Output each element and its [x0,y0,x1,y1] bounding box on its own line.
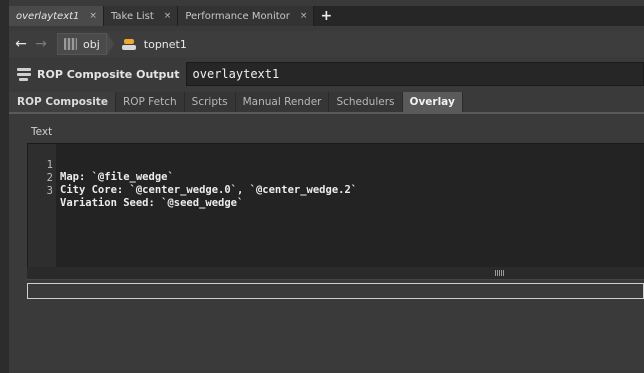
code-text: Variation Seed: `@seed_wedge` [60,197,244,209]
topnet-icon [121,38,138,50]
text-editor[interactable]: 1 Map: `@file_wedge` 2 City Core: `@cent… [27,143,644,269]
node-name-field[interactable]: overlaytext1 [185,62,644,86]
breadcrumb-topnet1[interactable]: topnet1 [116,34,195,54]
code-line: 1 Map: `@file_wedge` [28,147,174,183]
tab-manual-render[interactable]: Manual Render [235,92,330,112]
node-type-label: ROP Composite Output [37,67,180,81]
tab-label: overlaytext1 [16,10,80,22]
tab-overlaytext1[interactable]: overlaytext1 × [9,6,104,26]
subnet-icon [64,38,77,50]
tab-rop-composite[interactable]: ROP Composite [9,92,116,112]
breadcrumb-label: obj [83,37,100,51]
tab-schedulers[interactable]: Schedulers [329,92,403,112]
node-header: ROP Composite Output overlaytext1 [9,62,644,86]
tab-scripts[interactable]: Scripts [184,92,236,112]
tab-take-list[interactable]: Take List × [103,6,179,26]
breadcrumb-obj[interactable]: obj [57,33,107,55]
breadcrumb-label: topnet1 [143,37,187,51]
tab-label: Performance Monitor [185,10,290,22]
code-text: Map: `@file_wedge` [60,171,174,183]
code-text: City Core: `@center_wedge.0`, `@center_w… [60,184,358,196]
rop-icon [17,67,31,81]
left-pane-edge [0,0,9,373]
editor-resize-bar[interactable] [27,267,644,280]
tab-performance-monitor[interactable]: Performance Monitor × [178,6,315,26]
code-line: 3 Variation Seed: `@seed_wedge` [28,173,244,209]
resize-grip-icon[interactable] [495,270,505,276]
add-tab-icon[interactable]: + [314,6,338,26]
line-number: 3 [46,185,53,197]
close-icon[interactable]: × [300,11,308,21]
code-line: 2 City Core: `@center_wedge.0`, `@center… [28,160,357,196]
text-input-field[interactable] [27,283,644,299]
forward-arrow-icon[interactable]: → [31,36,51,52]
breadcrumb-separator [106,33,114,55]
text-parm-label: Text [31,126,53,138]
close-icon[interactable]: × [164,11,172,21]
pane-tab-bar: overlaytext1 × Take List × Performance M… [9,6,644,26]
back-arrow-icon[interactable]: ← [11,36,31,52]
tab-rop-fetch[interactable]: ROP Fetch [115,92,185,112]
close-icon[interactable]: × [89,11,97,21]
path-bar: ← → obj topnet1 [9,31,644,57]
tab-overlay[interactable]: Overlay [402,92,463,112]
parameter-tabs: ROP Composite ROP Fetch Scripts Manual R… [9,92,644,114]
tab-label: Take List [110,10,154,22]
